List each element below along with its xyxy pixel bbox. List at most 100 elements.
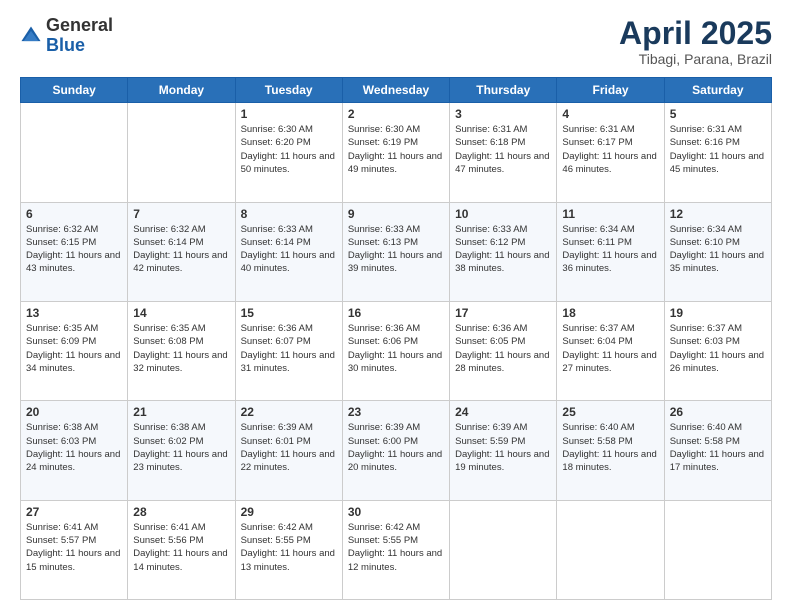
calendar-cell bbox=[557, 500, 664, 599]
page: General Blue April 2025 Tibagi, Parana, … bbox=[0, 0, 792, 612]
col-sunday: Sunday bbox=[21, 78, 128, 103]
col-friday: Friday bbox=[557, 78, 664, 103]
day-info: Sunrise: 6:39 AMSunset: 6:01 PMDaylight:… bbox=[241, 421, 337, 474]
day-info: Sunrise: 6:33 AMSunset: 6:13 PMDaylight:… bbox=[348, 223, 444, 276]
day-info: Sunrise: 6:31 AMSunset: 6:18 PMDaylight:… bbox=[455, 123, 551, 176]
day-info: Sunrise: 6:30 AMSunset: 6:20 PMDaylight:… bbox=[241, 123, 337, 176]
calendar-cell: 25 Sunrise: 6:40 AMSunset: 5:58 PMDayligh… bbox=[557, 401, 664, 500]
calendar-cell: 6Sunrise: 6:32 AMSunset: 6:15 PMDaylight… bbox=[21, 202, 128, 301]
day-info: Sunrise: 6:32 AMSunset: 6:14 PMDaylight:… bbox=[133, 223, 229, 276]
calendar-week-4: 20Sunrise: 6:38 AMSunset: 6:03 PMDayligh… bbox=[21, 401, 772, 500]
calendar-cell: 19Sunrise: 6:37 AMSunset: 6:03 PMDayligh… bbox=[664, 301, 771, 400]
logo-text: General Blue bbox=[46, 16, 113, 56]
calendar-cell: 8 Sunrise: 6:33 AMSunset: 6:14 PMDaylight… bbox=[235, 202, 342, 301]
calendar-cell: 18 Sunrise: 6:37 AMSunset: 6:04 PMDayligh… bbox=[557, 301, 664, 400]
day-number: 28 bbox=[133, 505, 229, 519]
calendar-cell bbox=[128, 103, 235, 202]
calendar-week-1: 1 Sunrise: 6:30 AMSunset: 6:20 PMDaylight… bbox=[21, 103, 772, 202]
title-block: April 2025 Tibagi, Parana, Brazil bbox=[619, 16, 772, 67]
calendar-week-2: 6Sunrise: 6:32 AMSunset: 6:15 PMDaylight… bbox=[21, 202, 772, 301]
location: Tibagi, Parana, Brazil bbox=[619, 51, 772, 67]
col-wednesday: Wednesday bbox=[342, 78, 449, 103]
calendar-cell: 27Sunrise: 6:41 AMSunset: 5:57 PMDayligh… bbox=[21, 500, 128, 599]
calendar-cell bbox=[664, 500, 771, 599]
day-info: Sunrise: 6:42 AMSunset: 5:55 PMDaylight:… bbox=[241, 521, 337, 574]
day-number: 30 bbox=[348, 505, 444, 519]
calendar-cell: 17Sunrise: 6:36 AMSunset: 6:05 PMDayligh… bbox=[450, 301, 557, 400]
day-number: 25 bbox=[562, 405, 658, 419]
day-number: 15 bbox=[241, 306, 337, 320]
calendar-cell: 30 Sunrise: 6:42 AMSunset: 5:55 PMDayligh… bbox=[342, 500, 449, 599]
day-number: 1 bbox=[241, 107, 337, 121]
calendar-cell: 5 Sunrise: 6:31 AMSunset: 6:16 PMDaylight… bbox=[664, 103, 771, 202]
calendar-cell: 7 Sunrise: 6:32 AMSunset: 6:14 PMDaylight… bbox=[128, 202, 235, 301]
calendar-cell: 10 Sunrise: 6:33 AMSunset: 6:12 PMDayligh… bbox=[450, 202, 557, 301]
day-info: Sunrise: 6:35 AMSunset: 6:08 PMDaylight:… bbox=[133, 322, 229, 375]
day-number: 11 bbox=[562, 207, 658, 221]
col-thursday: Thursday bbox=[450, 78, 557, 103]
logo-icon bbox=[20, 25, 42, 47]
day-number: 14 bbox=[133, 306, 229, 320]
day-number: 26 bbox=[670, 405, 766, 419]
day-number: 18 bbox=[562, 306, 658, 320]
day-number: 22 bbox=[241, 405, 337, 419]
calendar-cell: 24 Sunrise: 6:39 AMSunset: 5:59 PMDayligh… bbox=[450, 401, 557, 500]
logo: General Blue bbox=[20, 16, 113, 56]
day-number: 7 bbox=[133, 207, 229, 221]
day-number: 16 bbox=[348, 306, 444, 320]
day-number: 17 bbox=[455, 306, 551, 320]
day-number: 9 bbox=[348, 207, 444, 221]
day-info: Sunrise: 6:38 AMSunset: 6:02 PMDaylight:… bbox=[133, 421, 229, 474]
calendar-header-row: Sunday Monday Tuesday Wednesday Thursday… bbox=[21, 78, 772, 103]
calendar-cell: 12 Sunrise: 6:34 AMSunset: 6:10 PMDayligh… bbox=[664, 202, 771, 301]
day-info: Sunrise: 6:36 AMSunset: 6:06 PMDaylight:… bbox=[348, 322, 444, 375]
day-info: Sunrise: 6:33 AMSunset: 6:14 PMDaylight:… bbox=[241, 223, 337, 276]
day-info: Sunrise: 6:37 AMSunset: 6:04 PMDaylight:… bbox=[562, 322, 658, 375]
calendar-table: Sunday Monday Tuesday Wednesday Thursday… bbox=[20, 77, 772, 600]
day-info: Sunrise: 6:34 AMSunset: 6:10 PMDaylight:… bbox=[670, 223, 766, 276]
day-info: Sunrise: 6:39 AMSunset: 6:00 PMDaylight:… bbox=[348, 421, 444, 474]
day-number: 29 bbox=[241, 505, 337, 519]
day-number: 23 bbox=[348, 405, 444, 419]
calendar-cell: 11Sunrise: 6:34 AMSunset: 6:11 PMDayligh… bbox=[557, 202, 664, 301]
day-number: 10 bbox=[455, 207, 551, 221]
logo-general: General bbox=[46, 15, 113, 35]
day-info: Sunrise: 6:42 AMSunset: 5:55 PMDaylight:… bbox=[348, 521, 444, 574]
day-number: 13 bbox=[26, 306, 122, 320]
day-info: Sunrise: 6:30 AMSunset: 6:19 PMDaylight:… bbox=[348, 123, 444, 176]
day-info: Sunrise: 6:39 AMSunset: 5:59 PMDaylight:… bbox=[455, 421, 551, 474]
day-number: 24 bbox=[455, 405, 551, 419]
day-number: 3 bbox=[455, 107, 551, 121]
day-number: 6 bbox=[26, 207, 122, 221]
calendar-cell: 2Sunrise: 6:30 AMSunset: 6:19 PMDaylight… bbox=[342, 103, 449, 202]
day-number: 5 bbox=[670, 107, 766, 121]
col-monday: Monday bbox=[128, 78, 235, 103]
logo-blue: Blue bbox=[46, 35, 85, 55]
day-info: Sunrise: 6:40 AMSunset: 5:58 PMDaylight:… bbox=[562, 421, 658, 474]
calendar-cell: 28Sunrise: 6:41 AMSunset: 5:56 PMDayligh… bbox=[128, 500, 235, 599]
day-info: Sunrise: 6:37 AMSunset: 6:03 PMDaylight:… bbox=[670, 322, 766, 375]
col-tuesday: Tuesday bbox=[235, 78, 342, 103]
calendar-cell: 4 Sunrise: 6:31 AMSunset: 6:17 PMDaylight… bbox=[557, 103, 664, 202]
day-info: Sunrise: 6:33 AMSunset: 6:12 PMDaylight:… bbox=[455, 223, 551, 276]
calendar-week-5: 27Sunrise: 6:41 AMSunset: 5:57 PMDayligh… bbox=[21, 500, 772, 599]
calendar-cell: 22 Sunrise: 6:39 AMSunset: 6:01 PMDayligh… bbox=[235, 401, 342, 500]
day-number: 8 bbox=[241, 207, 337, 221]
day-number: 27 bbox=[26, 505, 122, 519]
calendar-cell: 26 Sunrise: 6:40 AMSunset: 5:58 PMDayligh… bbox=[664, 401, 771, 500]
day-info: Sunrise: 6:31 AMSunset: 6:17 PMDaylight:… bbox=[562, 123, 658, 176]
calendar-cell: 3 Sunrise: 6:31 AMSunset: 6:18 PMDaylight… bbox=[450, 103, 557, 202]
calendar-cell: 9 Sunrise: 6:33 AMSunset: 6:13 PMDaylight… bbox=[342, 202, 449, 301]
month-title: April 2025 bbox=[619, 16, 772, 51]
day-info: Sunrise: 6:38 AMSunset: 6:03 PMDaylight:… bbox=[26, 421, 122, 474]
day-info: Sunrise: 6:40 AMSunset: 5:58 PMDaylight:… bbox=[670, 421, 766, 474]
day-info: Sunrise: 6:36 AMSunset: 6:07 PMDaylight:… bbox=[241, 322, 337, 375]
day-number: 12 bbox=[670, 207, 766, 221]
calendar-cell: 1 Sunrise: 6:30 AMSunset: 6:20 PMDaylight… bbox=[235, 103, 342, 202]
calendar-cell: 29 Sunrise: 6:42 AMSunset: 5:55 PMDayligh… bbox=[235, 500, 342, 599]
day-number: 4 bbox=[562, 107, 658, 121]
day-number: 21 bbox=[133, 405, 229, 419]
calendar-cell: 16 Sunrise: 6:36 AMSunset: 6:06 PMDayligh… bbox=[342, 301, 449, 400]
day-info: Sunrise: 6:31 AMSunset: 6:16 PMDaylight:… bbox=[670, 123, 766, 176]
calendar-cell: 14 Sunrise: 6:35 AMSunset: 6:08 PMDayligh… bbox=[128, 301, 235, 400]
